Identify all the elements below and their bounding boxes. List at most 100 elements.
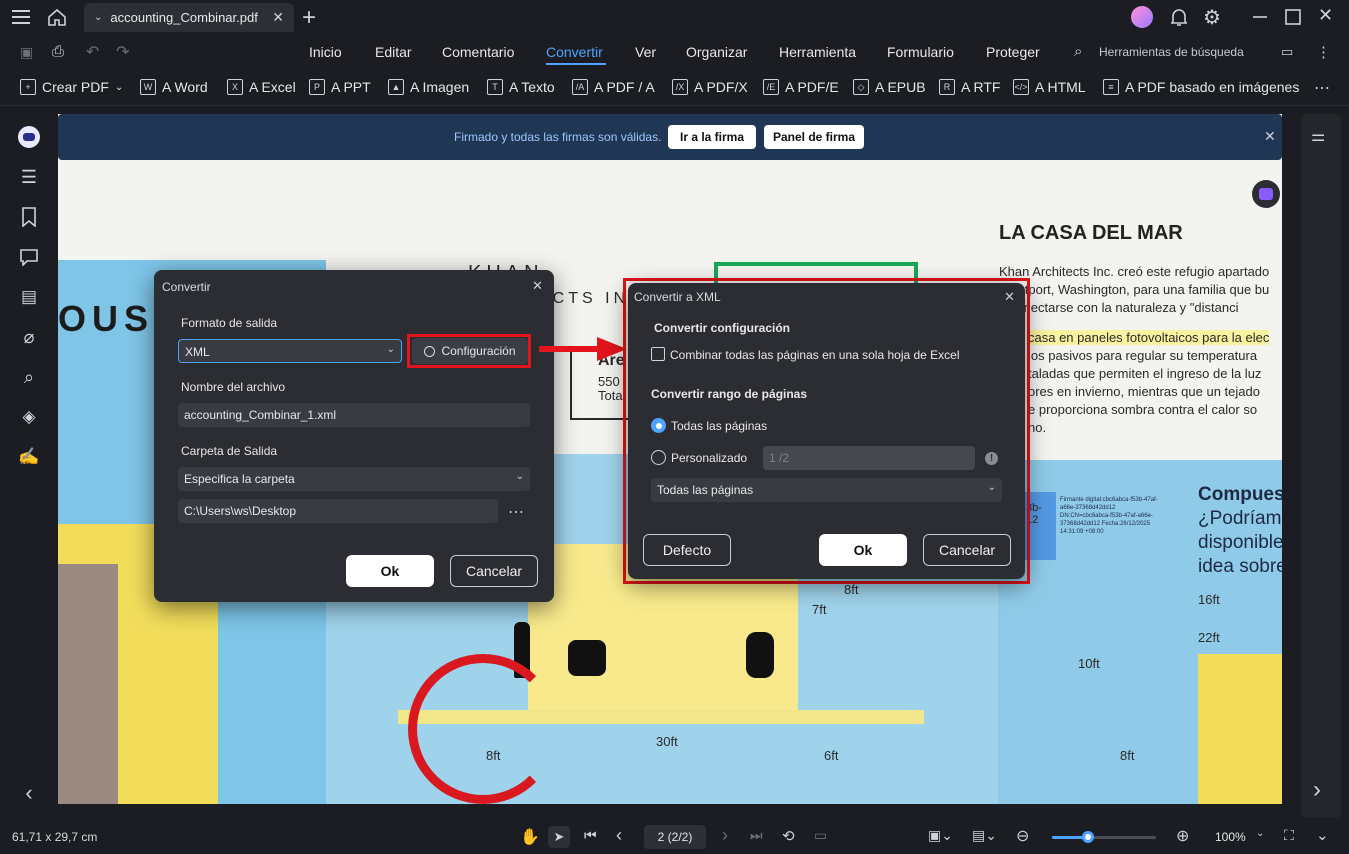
- close-window-icon[interactable]: ✕: [1318, 5, 1333, 26]
- chevron-left-icon[interactable]: ‹: [18, 780, 40, 805]
- to-pdfx-button[interactable]: /X A PDF/X: [672, 79, 748, 95]
- panel-icon[interactable]: ▭: [1281, 44, 1293, 60]
- to-pdfe-button[interactable]: /E A PDF/E: [763, 79, 839, 95]
- menu-formulario[interactable]: Formulario: [887, 44, 954, 60]
- menu-editar[interactable]: Editar: [375, 44, 412, 60]
- custom-range-input[interactable]: 1 /2: [763, 446, 975, 470]
- bookmark-icon[interactable]: [18, 206, 40, 228]
- combine-checkbox[interactable]: [651, 347, 665, 361]
- output-format-select[interactable]: XML ⌄: [178, 339, 402, 363]
- custom-radio[interactable]: [651, 450, 666, 465]
- to-text-button[interactable]: TA Texto: [487, 79, 555, 95]
- print-icon[interactable]: ⎙: [52, 43, 64, 60]
- layers-icon[interactable]: ◈: [18, 406, 40, 428]
- menu-organizar[interactable]: Organizar: [686, 44, 747, 60]
- xml-cancel-button[interactable]: Cancelar: [923, 534, 1011, 566]
- search-tools-label[interactable]: Herramientas de búsqueda: [1099, 45, 1244, 59]
- next-page-icon[interactable]: ›: [722, 825, 728, 846]
- zoom-dropdown-icon[interactable]: ⌄: [1256, 828, 1264, 839]
- all-pages-radio[interactable]: [651, 418, 666, 433]
- close-tab-icon[interactable]: ✕: [272, 9, 284, 26]
- select-tool-icon[interactable]: ➤: [548, 826, 570, 848]
- create-pdf-button[interactable]: + Crear PDF ⌄: [20, 79, 123, 95]
- dim-10ft: 10ft: [1078, 656, 1100, 671]
- convert-cancel-button[interactable]: Cancelar: [450, 555, 538, 587]
- xml-dialog-close-icon[interactable]: ✕: [1004, 289, 1015, 305]
- prev-page-icon[interactable]: ‹: [616, 825, 622, 846]
- menu-convertir[interactable]: Convertir: [546, 44, 603, 60]
- maximize-icon[interactable]: [1283, 7, 1303, 27]
- page-range-select[interactable]: Todas las páginas ⌄: [651, 478, 1002, 502]
- floating-tool-icon[interactable]: [1252, 180, 1280, 208]
- hand-tool-icon[interactable]: ✋: [520, 827, 540, 847]
- filename-input[interactable]: accounting_Combinar_1.xml: [178, 403, 530, 427]
- new-tab-icon[interactable]: +: [302, 4, 316, 32]
- to-html-button[interactable]: </> A HTML: [1013, 79, 1086, 95]
- fit-icon[interactable]: ▭: [814, 827, 827, 844]
- xml-dialog-title: Convertir a XML: [634, 290, 721, 304]
- rotate-icon[interactable]: ⟲: [782, 827, 795, 845]
- search-icon[interactable]: ⌕: [1074, 43, 1082, 60]
- to-rtf-button[interactable]: RA RTF: [939, 79, 1000, 95]
- chevron-right-icon[interactable]: ›: [1313, 776, 1321, 804]
- minimize-icon[interactable]: [1250, 7, 1270, 27]
- properties-icon[interactable]: ⚌: [1311, 126, 1325, 146]
- more-vertical-icon[interactable]: ⋮: [1316, 43, 1331, 61]
- thumbnails-icon[interactable]: ☰: [18, 166, 40, 188]
- avatar[interactable]: [1131, 6, 1153, 28]
- form-fields-icon[interactable]: ▤: [18, 286, 40, 308]
- to-excel-button[interactable]: XA Excel: [227, 79, 296, 95]
- output-format-label: Formato de salida: [181, 316, 278, 330]
- bell-icon[interactable]: [1168, 6, 1190, 28]
- first-page-icon[interactable]: ⏮: [584, 827, 597, 844]
- fullscreen-icon[interactable]: ⛶: [1284, 827, 1294, 844]
- gear-icon[interactable]: ⚙: [1203, 5, 1221, 30]
- to-epub-button[interactable]: ◇ A EPUB: [853, 79, 926, 95]
- ai-assistant-icon[interactable]: [18, 126, 40, 148]
- folder-option-select[interactable]: Especifica la carpeta ⌄: [178, 467, 530, 491]
- zoom-in-icon[interactable]: ⊕: [1176, 826, 1189, 846]
- more-horizontal-icon[interactable]: ⋯: [1314, 78, 1330, 98]
- reading-mode-icon[interactable]: ▤⌄: [972, 827, 997, 844]
- to-image-pdf-button[interactable]: ≡ A PDF basado en imágenes: [1103, 79, 1299, 95]
- view-mode-icon[interactable]: ▣⌄: [928, 827, 953, 844]
- collapse-icon[interactable]: ⌄: [1316, 826, 1329, 844]
- xml-ok-button[interactable]: Ok: [819, 534, 907, 566]
- menu-icon[interactable]: [10, 7, 32, 27]
- zoom-slider-thumb[interactable]: [1082, 831, 1095, 843]
- redo-icon[interactable]: ↷: [116, 42, 129, 62]
- browse-folder-icon[interactable]: ⋯: [508, 502, 524, 522]
- save-icon[interactable]: ▣: [20, 44, 33, 61]
- menu-ver[interactable]: Ver: [635, 44, 656, 60]
- zoom-level[interactable]: 100%: [1215, 830, 1246, 844]
- chevron-down-icon[interactable]: ⌄: [94, 12, 102, 23]
- home-icon[interactable]: [46, 6, 68, 28]
- to-pdfa-button[interactable]: /A A PDF / A: [572, 79, 655, 95]
- range-heading: Convertir rango de páginas: [651, 387, 808, 401]
- undo-icon[interactable]: ↶: [86, 42, 99, 62]
- zoom-out-icon[interactable]: ⊖: [1016, 826, 1029, 846]
- to-image-button[interactable]: ▲ A Imagen: [388, 79, 469, 95]
- document-tab[interactable]: ⌄ accounting_Combinar.pdf ✕: [84, 3, 294, 32]
- folder-path-input[interactable]: C:\Users\ws\Desktop: [178, 499, 498, 523]
- page-input[interactable]: 2 (2/2): [644, 825, 706, 849]
- menu-herramienta[interactable]: Herramienta: [779, 44, 856, 60]
- menu-proteger[interactable]: Proteger: [986, 44, 1040, 60]
- info-icon[interactable]: !: [985, 452, 998, 465]
- convert-ok-button[interactable]: Ok: [346, 555, 434, 587]
- to-ppt-button[interactable]: PA PPT: [309, 79, 371, 95]
- menu-comentario[interactable]: Comentario: [442, 44, 514, 60]
- menu-inicio[interactable]: Inicio: [309, 44, 342, 60]
- banner-close-icon[interactable]: ✕: [1264, 128, 1276, 145]
- attachment-icon[interactable]: ⌀: [18, 326, 40, 348]
- go-to-signature-button[interactable]: Ir a la firma: [668, 125, 756, 149]
- search-sidebar-icon[interactable]: ⌕: [18, 366, 40, 388]
- signature-panel-button[interactable]: Panel de firma: [764, 125, 864, 149]
- comment-icon[interactable]: [18, 246, 40, 268]
- last-page-icon[interactable]: ⏭: [750, 827, 763, 844]
- convert-dialog-close-icon[interactable]: ✕: [532, 278, 543, 294]
- default-button[interactable]: Defecto: [643, 534, 731, 566]
- signature-icon[interactable]: ✍: [18, 446, 40, 468]
- zoom-slider[interactable]: [1052, 831, 1156, 843]
- to-word-button[interactable]: WA Word: [140, 79, 208, 95]
